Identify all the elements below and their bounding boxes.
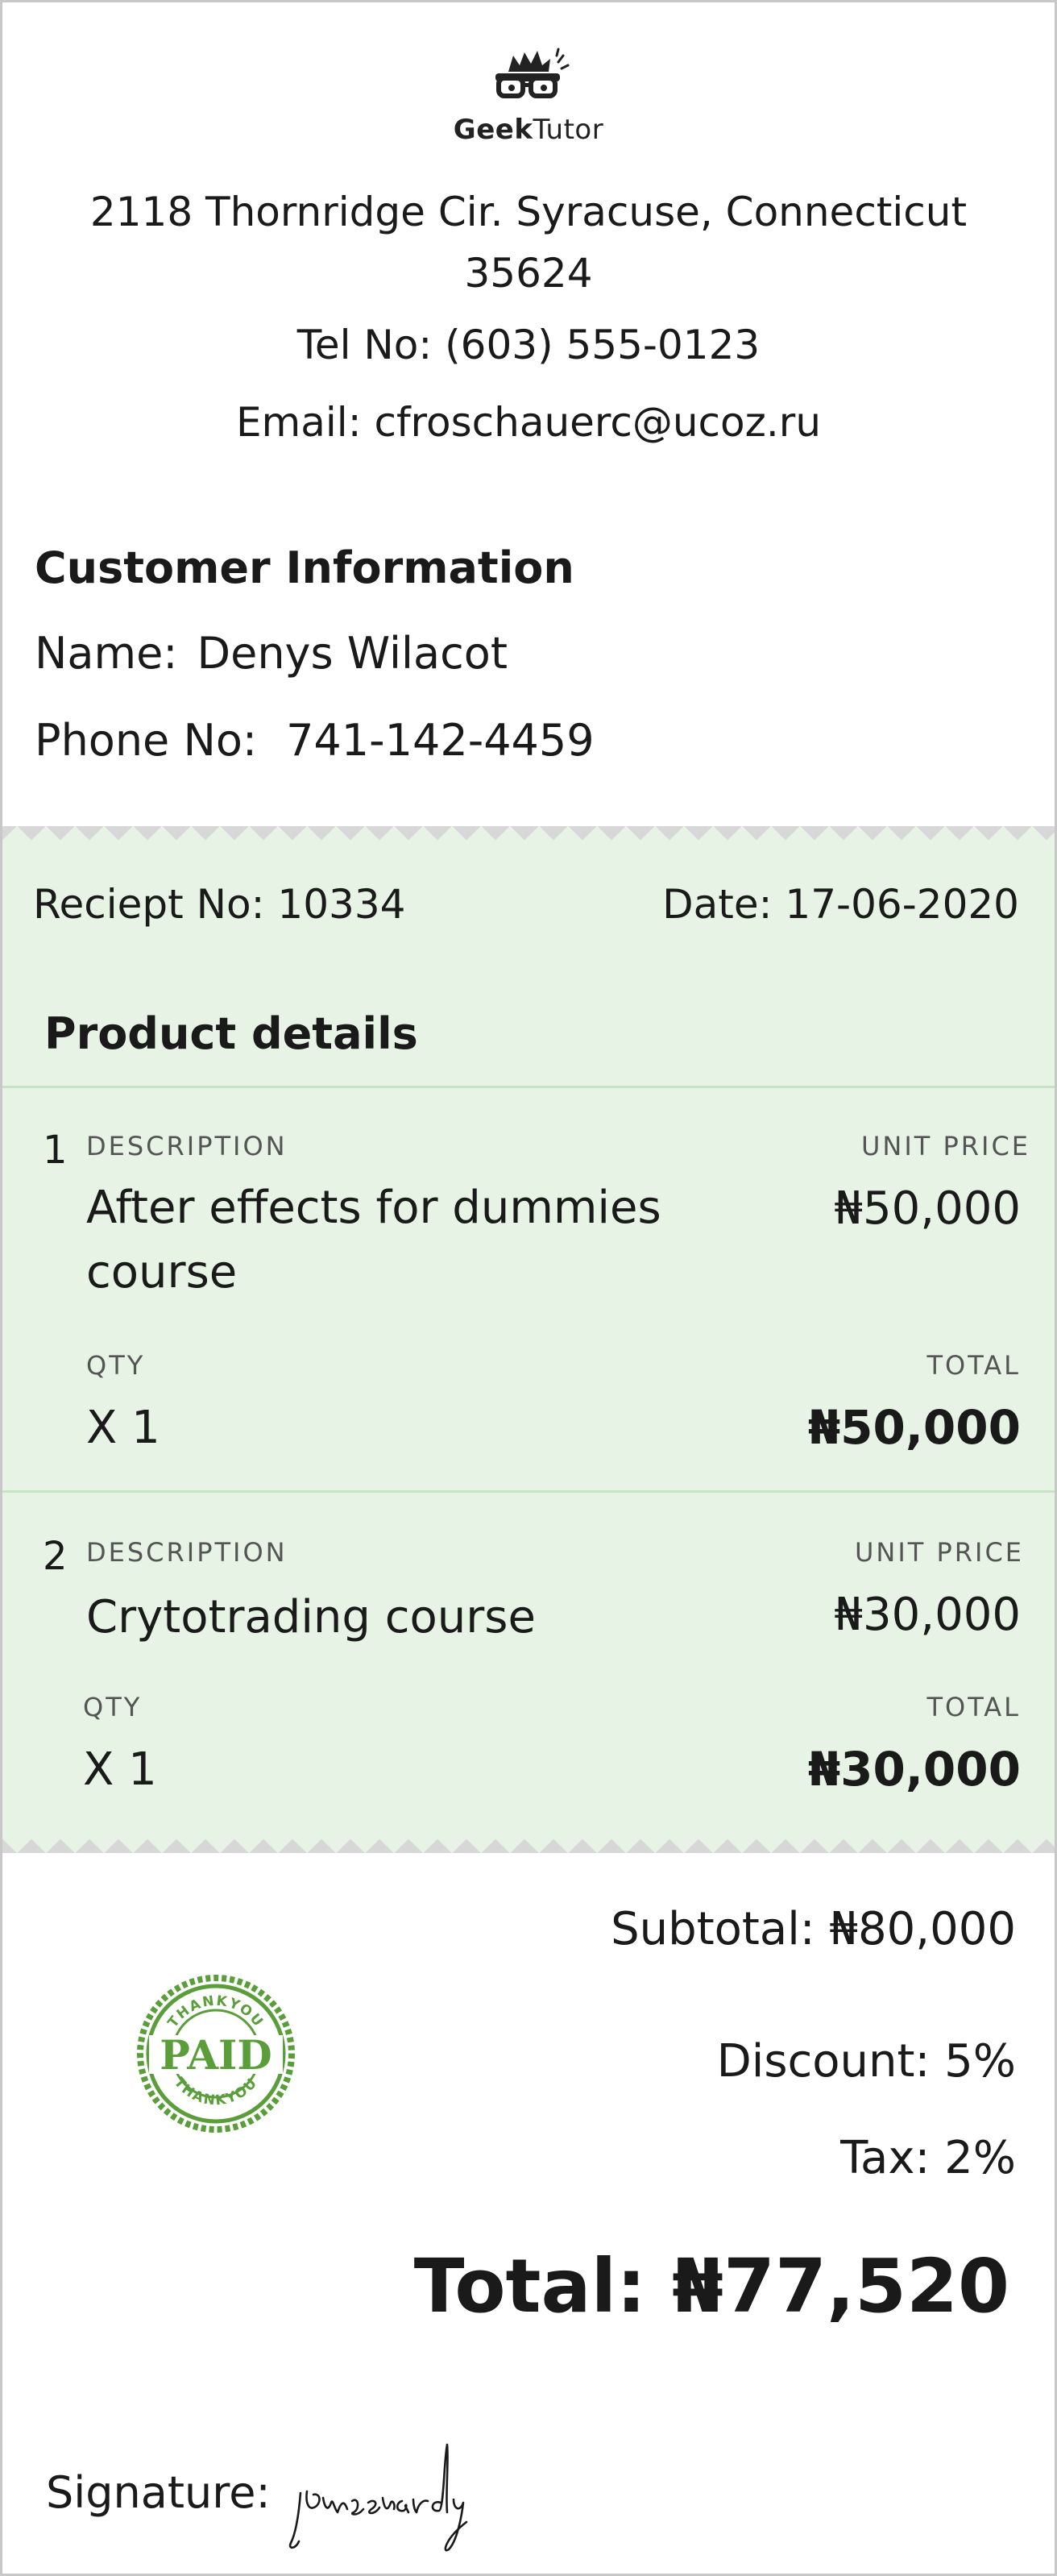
description-label: DESCRIPTION [86,1131,288,1161]
unit-price-label: UNIT PRICE [860,1131,1030,1161]
item-number: 1 [43,1128,68,1173]
stamp-main-text: PAID [160,2031,272,2079]
product-section [2,826,1055,1853]
item-unit-price: ₦30,000 [834,1589,1021,1641]
receipt-date-label: Date: [662,881,773,928]
brand-name: GeekTutor [454,114,603,146]
paid-stamp-icon: THANKYOU THANKYOU PAID [137,1975,295,2133]
total-label: TOTAL [926,1692,1021,1722]
svg-text:THANKYOU: THANKYOU [171,2075,261,2109]
grand-total: Total: ₦77,520 [413,2243,1009,2329]
item-number: 2 [43,1534,68,1579]
item-description: After effects for dummies course [86,1182,661,1298]
tel-value: (603) 555-0123 [445,322,761,368]
customer-name-value: Denys Wilacot [197,628,508,679]
geek-glasses-icon [495,48,570,98]
email-value: cfroschauerc@ucoz.ru [374,399,822,446]
description-label: DESCRIPTION [86,1537,288,1568]
item-description: Crytotrading course [86,1591,536,1643]
zigzag-bottom-edge [2,1826,1055,1853]
brand-name-regular: Tutor [533,114,604,146]
receipt-date: Date: 17-06-2020 [662,881,1019,928]
product-details-title: Product details [44,1008,418,1059]
item-qty: X 1 [86,1402,160,1454]
customer-name-label: Name: [35,628,178,679]
section-divider [2,1086,1055,1088]
signature-label: Signature: [46,2467,271,2518]
qty-label: QTY [83,1692,143,1722]
brand-name-bold: Geek [453,114,533,146]
receipt-number-value: 10334 [277,881,406,928]
zigzag-top-edge [2,826,1055,854]
item-qty: X 1 [83,1743,157,1796]
unit-price-label: UNIT PRICE [854,1537,1024,1568]
receipt-number-label: Reciept No: [33,881,265,928]
company-address: 2118 Thornridge Cir. Syracuse, Connectic… [89,189,968,297]
signature-image [288,2443,468,2552]
customer-phone-label: Phone No: [35,715,258,766]
item-total: ₦30,000 [807,1742,1021,1797]
qty-label: QTY [86,1350,146,1381]
customer-name-row: Name: Denys Wilacot [35,628,508,679]
item-unit-price: ₦50,000 [834,1182,1021,1235]
receipt-date-value: 17-06-2020 [785,881,1019,928]
total-label: TOTAL [926,1350,1021,1381]
svg-text:THANKYOU: THANKYOU [165,1993,267,2031]
email-label: Email: [235,399,362,446]
item-divider [2,1490,1055,1493]
item-total: ₦50,000 [807,1400,1021,1455]
receipt-number: Reciept No: 10334 [33,881,405,928]
receipt: GeekTutor 2118 Thornridge Cir. Syracuse,… [0,0,1057,2576]
subtotal: Subtotal: ₦80,000 [611,1903,1016,1955]
stamp-ring-bottom: THANKYOU [171,2075,259,2109]
customer-info-title: Customer Information [35,542,574,593]
customer-phone-row: Phone No: 741-142-4459 [35,715,595,766]
tax: Tax: 2% [840,2132,1016,2184]
company-email: Email: cfroschauerc@ucoz.ru [2,399,1055,446]
customer-phone-value: 741-142-4459 [286,715,595,766]
tel-label: Tel No: [296,322,433,368]
discount: Discount: 5% [716,2035,1016,2088]
brand-logo: GeekTutor [2,44,1055,146]
stamp-ring-top: THANKYOU [165,1993,266,2031]
company-phone: Tel No: (603) 555-0123 [2,322,1055,368]
